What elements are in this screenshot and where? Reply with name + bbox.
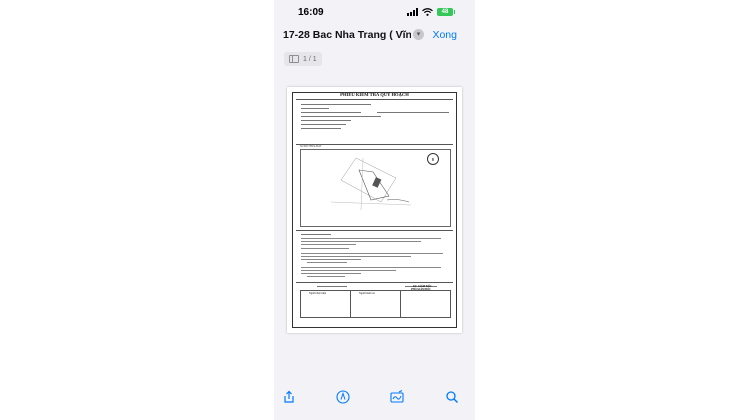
heading-divider	[296, 99, 453, 100]
info-line	[301, 267, 441, 268]
done-button[interactable]: Xong	[432, 29, 457, 41]
date-line	[317, 286, 347, 287]
markup-icon[interactable]	[336, 390, 350, 404]
signature-table: Người thực hiện Người kiểm tra KT. GIÁM …	[300, 285, 451, 318]
info-line	[301, 256, 411, 257]
info-line	[301, 270, 396, 271]
status-bar: 16:09 48	[274, 0, 475, 24]
nav-bar: 17-28 Bac Nha Trang ( Vĩnh... ▾ Xong	[274, 24, 475, 48]
footer-performer: Người thực hiện	[309, 292, 327, 295]
footer-director-sub: PHÓ GIÁM ĐỐC	[411, 288, 432, 291]
info-line	[301, 128, 341, 129]
info-line	[301, 108, 329, 109]
share-icon[interactable]	[282, 390, 296, 404]
info-line	[301, 124, 346, 125]
battery-level: 48	[441, 9, 449, 15]
north-label: B	[431, 156, 435, 162]
info-line	[301, 104, 371, 105]
document-heading: PHIẾU KIỂM TRA QUY HOẠCH	[340, 92, 409, 97]
document-page[interactable]: PHIẾU KIỂM TRA QUY HOẠCH SƠ ĐỒ THỬA ĐẤT …	[287, 87, 462, 333]
sidebar-icon	[289, 55, 299, 63]
signature-icon[interactable]	[390, 390, 404, 404]
info-line	[301, 120, 351, 121]
info-line	[301, 112, 361, 113]
battery-icon: 48	[437, 8, 455, 16]
section-divider	[296, 282, 453, 283]
wifi-icon	[422, 8, 433, 16]
status-icons: 48	[407, 8, 455, 16]
info-line	[301, 241, 421, 242]
parcel-map: B	[300, 149, 451, 227]
document-title[interactable]: 17-28 Bac Nha Trang ( Vĩnh...	[283, 29, 411, 41]
info-line	[301, 253, 443, 254]
info-line	[307, 276, 345, 277]
info-line	[301, 238, 441, 239]
phone-screen: 16:09 48 17-28 Bac Nha Trang ( Vĩnh... ▾…	[274, 0, 475, 420]
page-indicator[interactable]: 1 / 1	[284, 52, 322, 66]
chevron-down-icon[interactable]: ▾	[413, 29, 424, 40]
info-line	[307, 262, 347, 263]
status-time: 16:09	[298, 7, 324, 18]
footer-checker: Người kiểm tra	[359, 292, 375, 295]
info-line	[377, 112, 449, 113]
info-line	[301, 248, 349, 249]
info-line	[301, 244, 356, 245]
map-section-label: SƠ ĐỒ THỬA ĐẤT	[300, 145, 322, 148]
info-line	[301, 234, 331, 235]
info-line	[301, 116, 381, 117]
info-line	[301, 259, 361, 260]
search-icon[interactable]	[445, 390, 459, 404]
info-line	[301, 273, 361, 274]
section-divider	[296, 230, 453, 231]
north-arrow-icon: B	[427, 153, 439, 165]
signal-icon	[407, 8, 418, 16]
page-indicator-label: 1 / 1	[303, 55, 317, 63]
bottom-toolbar	[274, 380, 475, 420]
